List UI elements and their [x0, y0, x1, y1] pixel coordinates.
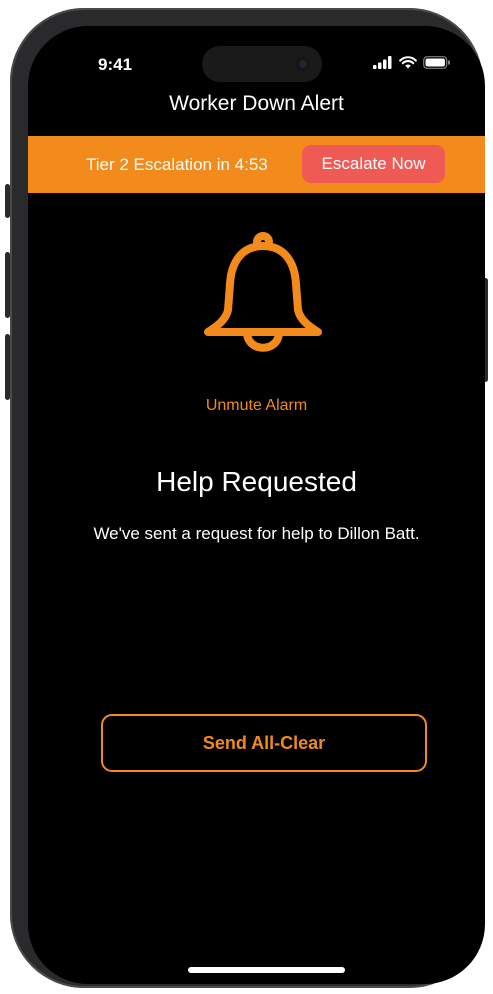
- phone-frame: 9:41 Worker Down Alert Tier 2 Escalation…: [5, 8, 488, 988]
- home-indicator[interactable]: [188, 967, 345, 973]
- send-all-clear-button[interactable]: Send All-Clear: [101, 714, 427, 772]
- bell-icon[interactable]: [198, 222, 328, 368]
- app-screen: 9:41 Worker Down Alert Tier 2 Escalation…: [28, 26, 485, 984]
- dynamic-island: [202, 46, 322, 82]
- help-request-message: We've sent a request for help to Dillon …: [93, 524, 420, 543]
- signal-icon: [373, 56, 392, 69]
- help-requested-heading: Help Requested: [156, 466, 357, 497]
- escalate-now-button[interactable]: Escalate Now: [302, 145, 445, 183]
- unmute-alarm-button[interactable]: Unmute Alarm: [28, 397, 485, 415]
- camera-icon: [296, 57, 310, 71]
- status-time: 9:41: [98, 55, 133, 74]
- escalation-banner: Tier 2 Escalation in 4:53 Escalate Now: [28, 136, 485, 193]
- side-button-volume-down: [5, 334, 10, 400]
- side-button-volume-up: [5, 252, 10, 318]
- status-icons: [373, 56, 451, 69]
- side-button-silent: [5, 184, 10, 218]
- wifi-icon: [399, 56, 417, 69]
- page-title: Worker Down Alert: [169, 92, 344, 115]
- escalation-countdown-text: Tier 2 Escalation in 4:53: [86, 155, 268, 174]
- status-bar: 9:41: [28, 26, 485, 86]
- battery-icon: [423, 56, 450, 69]
